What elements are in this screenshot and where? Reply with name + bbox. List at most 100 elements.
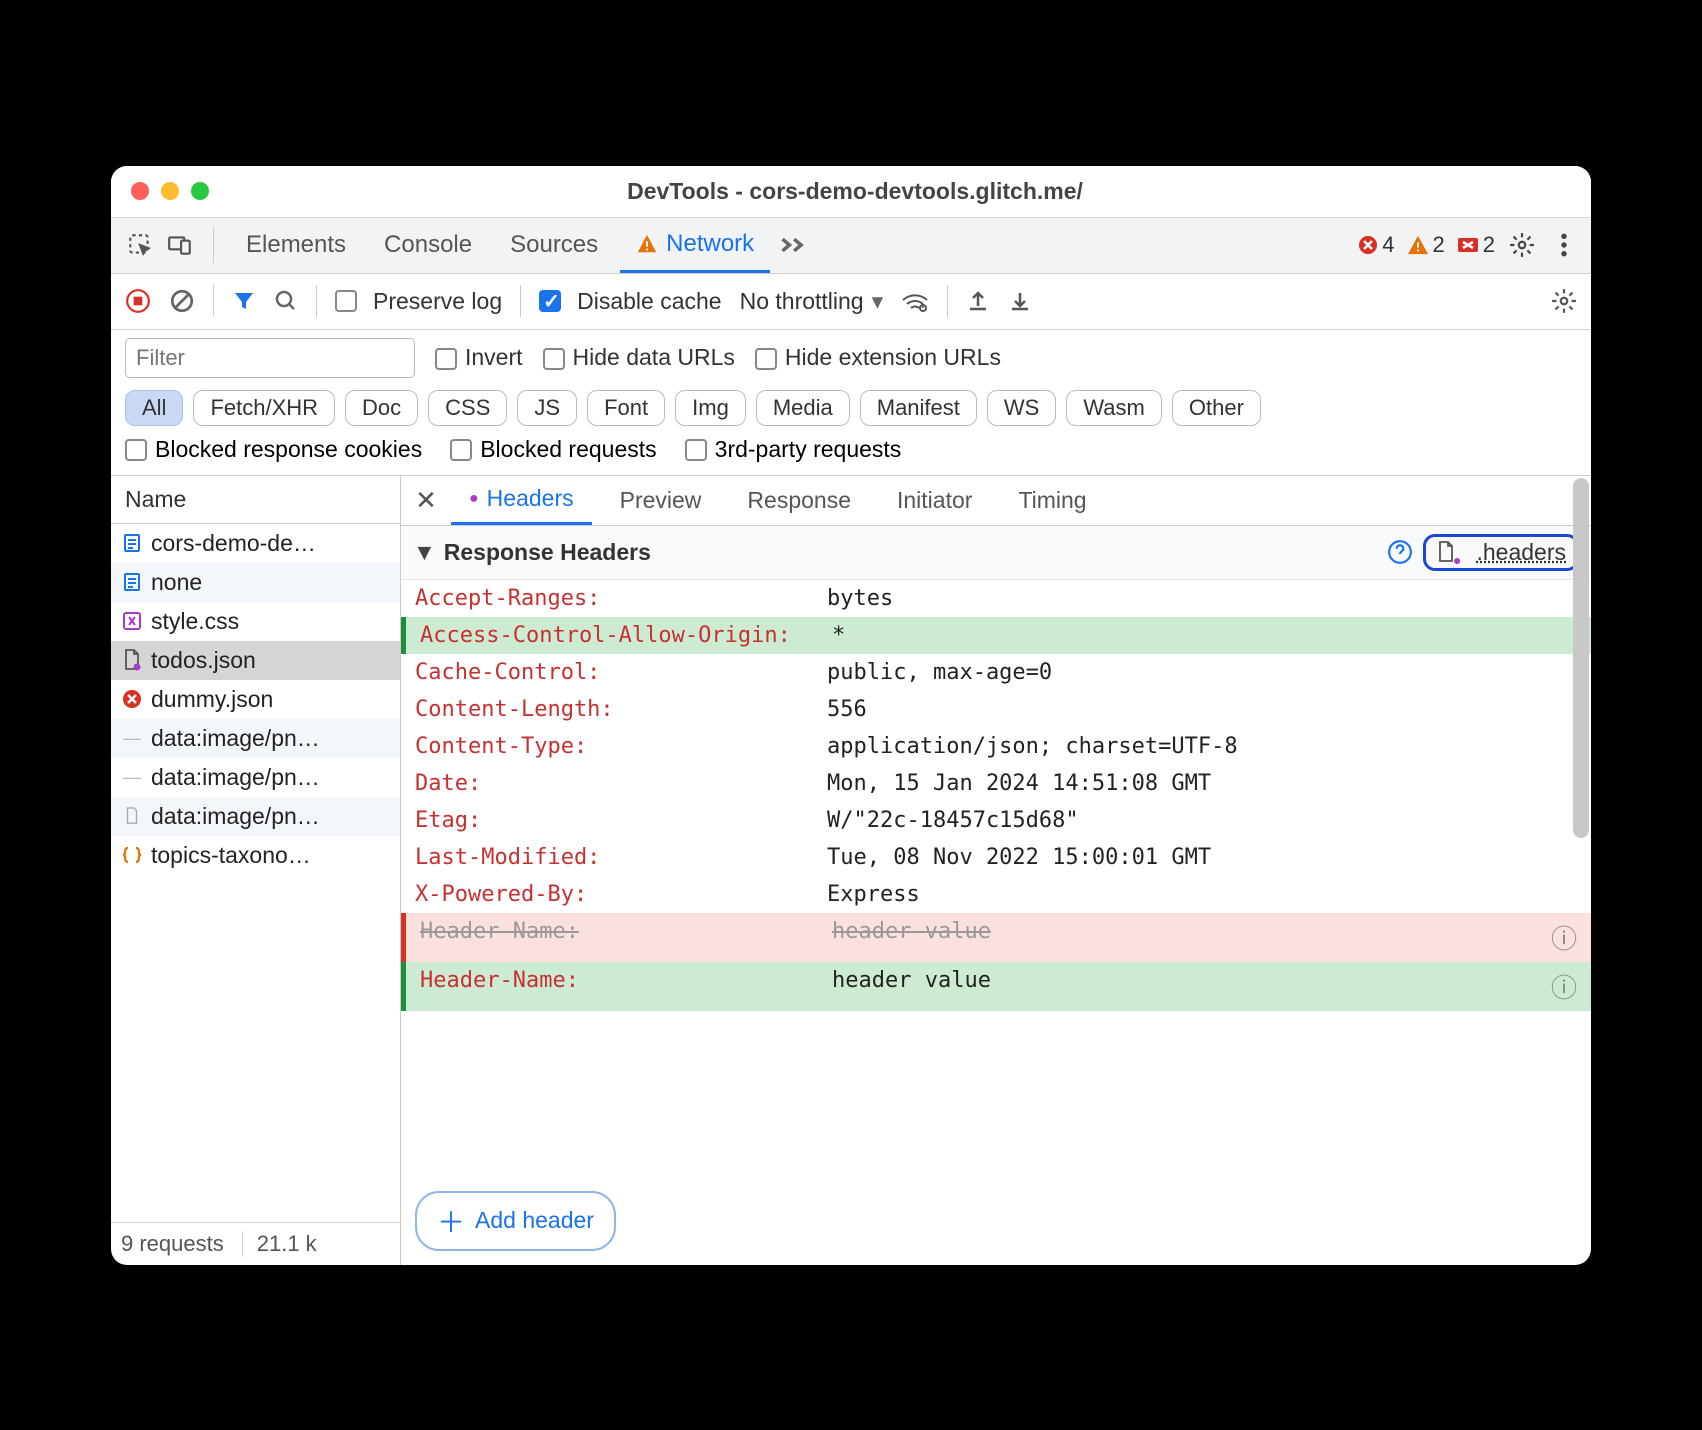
record-button[interactable]	[125, 288, 151, 314]
request-name: cors-demo-de…	[151, 530, 316, 557]
request-list-panel: Name cors-demo-de… none style.csstodos.jso…	[111, 476, 401, 1265]
header-value: *	[832, 623, 845, 648]
window-title: DevTools - cors-demo-devtools.glitch.me/	[229, 178, 1481, 205]
warning-counter[interactable]: 2	[1407, 232, 1445, 258]
kebab-icon[interactable]	[1549, 230, 1579, 260]
tab-network[interactable]: Network	[620, 218, 770, 273]
filter-icon[interactable]	[232, 289, 256, 313]
disable-cache-checkbox[interactable]: Disable cache	[539, 288, 721, 315]
header-value: bytes	[827, 586, 893, 611]
header-value: W/"22c-18457c15d68"	[827, 808, 1079, 833]
request-row[interactable]: todos.json	[111, 641, 400, 680]
inspect-icon[interactable]	[123, 228, 157, 262]
tab-initiator[interactable]: Initiator	[879, 476, 990, 525]
response-headers-section[interactable]: ▼ Response Headers ● .headers	[401, 526, 1591, 580]
request-row[interactable]: none	[111, 563, 400, 602]
close-icon[interactable]: ✕	[411, 485, 441, 516]
clear-button[interactable]	[169, 288, 195, 314]
header-row: X-Powered-By:Express	[401, 876, 1591, 913]
css-icon	[121, 610, 143, 632]
settings-icon[interactable]	[1507, 230, 1537, 260]
request-name: none	[151, 569, 202, 596]
doc-icon	[121, 532, 143, 554]
transfer-size: 21.1 k	[242, 1231, 317, 1257]
chip-all[interactable]: All	[125, 390, 183, 426]
throttling-select[interactable]: No throttling ▾	[740, 288, 884, 315]
header-row: Access-Control-Allow-Origin:*	[401, 617, 1591, 654]
blocked-requests-checkbox[interactable]: Blocked requests	[450, 436, 656, 463]
chip-doc[interactable]: Doc	[345, 390, 418, 426]
filter-input[interactable]	[125, 338, 415, 378]
tab-response[interactable]: Response	[729, 476, 869, 525]
panel-settings-icon[interactable]	[1551, 288, 1577, 314]
header-name: Last-Modified:	[415, 845, 815, 870]
issue-counter[interactable]: 2	[1457, 232, 1495, 258]
chip-media[interactable]: Media	[756, 390, 850, 426]
hide-extension-urls-checkbox[interactable]: Hide extension URLs	[755, 344, 1001, 371]
scrollbar[interactable]	[1573, 478, 1589, 838]
close-window[interactable]	[131, 182, 149, 200]
download-har-icon[interactable]	[1008, 289, 1032, 313]
error-counter[interactable]: 4	[1358, 232, 1394, 258]
header-row: Header-Name:header valueⓘ	[401, 913, 1591, 962]
tab-preview[interactable]: Preview	[602, 476, 720, 525]
doc-icon	[121, 571, 143, 593]
third-party-checkbox[interactable]: 3rd-party requests	[685, 436, 902, 463]
info-icon[interactable]: ⓘ	[1551, 968, 1577, 1005]
file-icon	[121, 805, 143, 827]
request-name: topics-taxono…	[151, 842, 311, 869]
header-name: Etag:	[415, 808, 815, 833]
chip-manifest[interactable]: Manifest	[860, 390, 977, 426]
request-name: data:image/pn…	[151, 803, 320, 830]
device-icon[interactable]	[163, 228, 197, 262]
more-tabs-icon[interactable]	[776, 228, 810, 262]
tab-sources[interactable]: Sources	[494, 218, 614, 273]
headers-override-badge[interactable]: ● .headers	[1423, 534, 1579, 571]
tab-timing[interactable]: Timing	[1000, 476, 1104, 525]
header-name: Content-Length:	[415, 697, 815, 722]
filter-bar: Invert Hide data URLs Hide extension URL…	[111, 330, 1591, 386]
chip-css[interactable]: CSS	[428, 390, 507, 426]
preserve-log-checkbox[interactable]: Preserve log	[335, 288, 502, 315]
help-icon[interactable]	[1387, 539, 1413, 565]
chip-font[interactable]: Font	[587, 390, 665, 426]
chip-other[interactable]: Other	[1172, 390, 1261, 426]
request-name: data:image/pn…	[151, 725, 320, 752]
tab-headers[interactable]: Headers	[451, 476, 592, 525]
request-row[interactable]: —data:image/pn…	[111, 758, 400, 797]
network-conditions-icon[interactable]	[901, 289, 929, 313]
chip-js[interactable]: JS	[517, 390, 577, 426]
header-row: Header-Name:header valueⓘ	[401, 962, 1591, 1011]
header-value: header value	[832, 919, 991, 956]
info-icon[interactable]: ⓘ	[1551, 919, 1577, 956]
tab-console[interactable]: Console	[368, 218, 488, 273]
request-row[interactable]: topics-taxono…	[111, 836, 400, 875]
request-row[interactable]: data:image/pn…	[111, 797, 400, 836]
chip-ws[interactable]: WS	[987, 390, 1056, 426]
blocked-cookies-checkbox[interactable]: Blocked response cookies	[125, 436, 422, 463]
request-row[interactable]: style.css	[111, 602, 400, 641]
request-row[interactable]: dummy.json	[111, 680, 400, 719]
search-icon[interactable]	[274, 289, 298, 313]
window-controls	[131, 182, 209, 200]
request-row[interactable]: —data:image/pn…	[111, 719, 400, 758]
name-column-header[interactable]: Name	[111, 476, 400, 524]
chip-fetchxhr[interactable]: Fetch/XHR	[193, 390, 335, 426]
disclosure-triangle-icon: ▼	[413, 539, 436, 566]
header-row: Etag: W/"22c-18457c15d68"	[401, 802, 1591, 839]
hide-data-urls-checkbox[interactable]: Hide data URLs	[543, 344, 735, 371]
invert-checkbox[interactable]: Invert	[435, 344, 523, 371]
header-name: Accept-Ranges:	[415, 586, 815, 611]
main-tabbar: Elements Console Sources Network 4 2 2	[111, 218, 1591, 274]
minimize-window[interactable]	[161, 182, 179, 200]
request-row[interactable]: cors-demo-de…	[111, 524, 400, 563]
tab-elements[interactable]: Elements	[230, 218, 362, 273]
header-value: public, max-age=0	[827, 660, 1052, 685]
zoom-window[interactable]	[191, 182, 209, 200]
header-name: Date:	[415, 771, 815, 796]
chip-wasm[interactable]: Wasm	[1066, 390, 1162, 426]
add-header-button[interactable]: ＋ Add header	[415, 1191, 616, 1251]
upload-har-icon[interactable]	[966, 289, 990, 313]
issue-icon	[1457, 235, 1479, 255]
chip-img[interactable]: Img	[675, 390, 746, 426]
